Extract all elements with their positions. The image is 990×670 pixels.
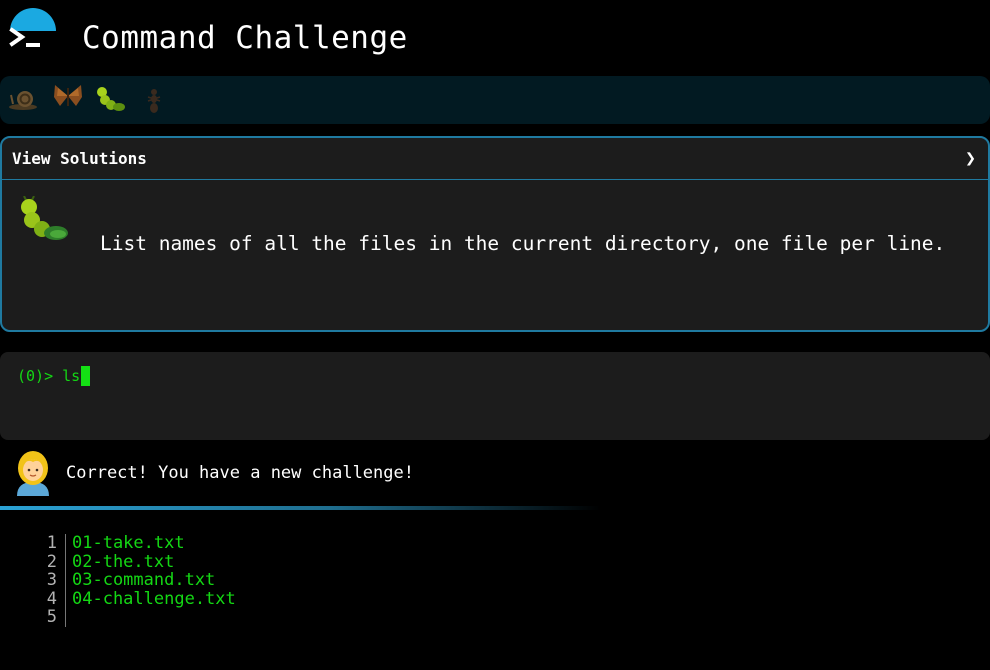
- line-number: 3: [40, 571, 66, 590]
- line-number: 5: [40, 608, 66, 627]
- ant-icon[interactable]: [144, 88, 164, 114]
- line-number: 4: [40, 589, 66, 608]
- challenge-card: View Solutions ❯ List names of all the f…: [0, 136, 990, 332]
- output-text: 01-take.txt: [72, 533, 185, 553]
- feedback-message: Correct! You have a new challenge!: [66, 463, 414, 483]
- output-line: 1 01-take.txt: [40, 534, 236, 553]
- output-text: 03-command.txt: [72, 570, 216, 590]
- caterpillar-icon[interactable]: [96, 84, 126, 114]
- solutions-toggle[interactable]: View Solutions ❯: [2, 138, 988, 180]
- line-number: 1: [40, 534, 66, 553]
- butterfly-icon[interactable]: [52, 82, 84, 110]
- level-bar: [0, 76, 990, 124]
- chevron-right-icon[interactable]: ❯: [965, 148, 976, 169]
- command-output: 1 01-take.txt 2 02-the.txt 3 03-command.…: [40, 534, 236, 627]
- output-text: 04-challenge.txt: [72, 588, 236, 609]
- shell-prompt: (0)>: [17, 367, 63, 385]
- feedback-panel: Correct! You have a new challenge!: [0, 450, 990, 510]
- output-text: 02-the.txt: [72, 551, 175, 572]
- caterpillar-icon: [21, 196, 68, 240]
- challenge-description: List names of all the files in the curre…: [100, 232, 946, 255]
- snail-icon[interactable]: [8, 86, 38, 112]
- woman-avatar-icon: [17, 451, 49, 496]
- app-title: Command Challenge: [82, 20, 408, 56]
- command-line[interactable]: (0)> ls: [17, 366, 91, 386]
- output-line: 4 04-challenge.txt: [40, 588, 236, 609]
- output-line: 2 02-the.txt: [40, 551, 236, 572]
- output-line: 5: [40, 608, 236, 627]
- output-line: 3 03-command.txt: [40, 571, 236, 590]
- terminal-prompt-icon: [9, 27, 40, 47]
- view-solutions-link[interactable]: View Solutions: [12, 149, 147, 168]
- terminal-input-area[interactable]: (0)> ls: [0, 352, 990, 440]
- line-number: 2: [40, 552, 66, 571]
- text-cursor: [81, 366, 91, 386]
- command-input[interactable]: ls: [62, 367, 80, 385]
- app-header: Command Challenge: [0, 0, 990, 76]
- divider: [0, 506, 600, 510]
